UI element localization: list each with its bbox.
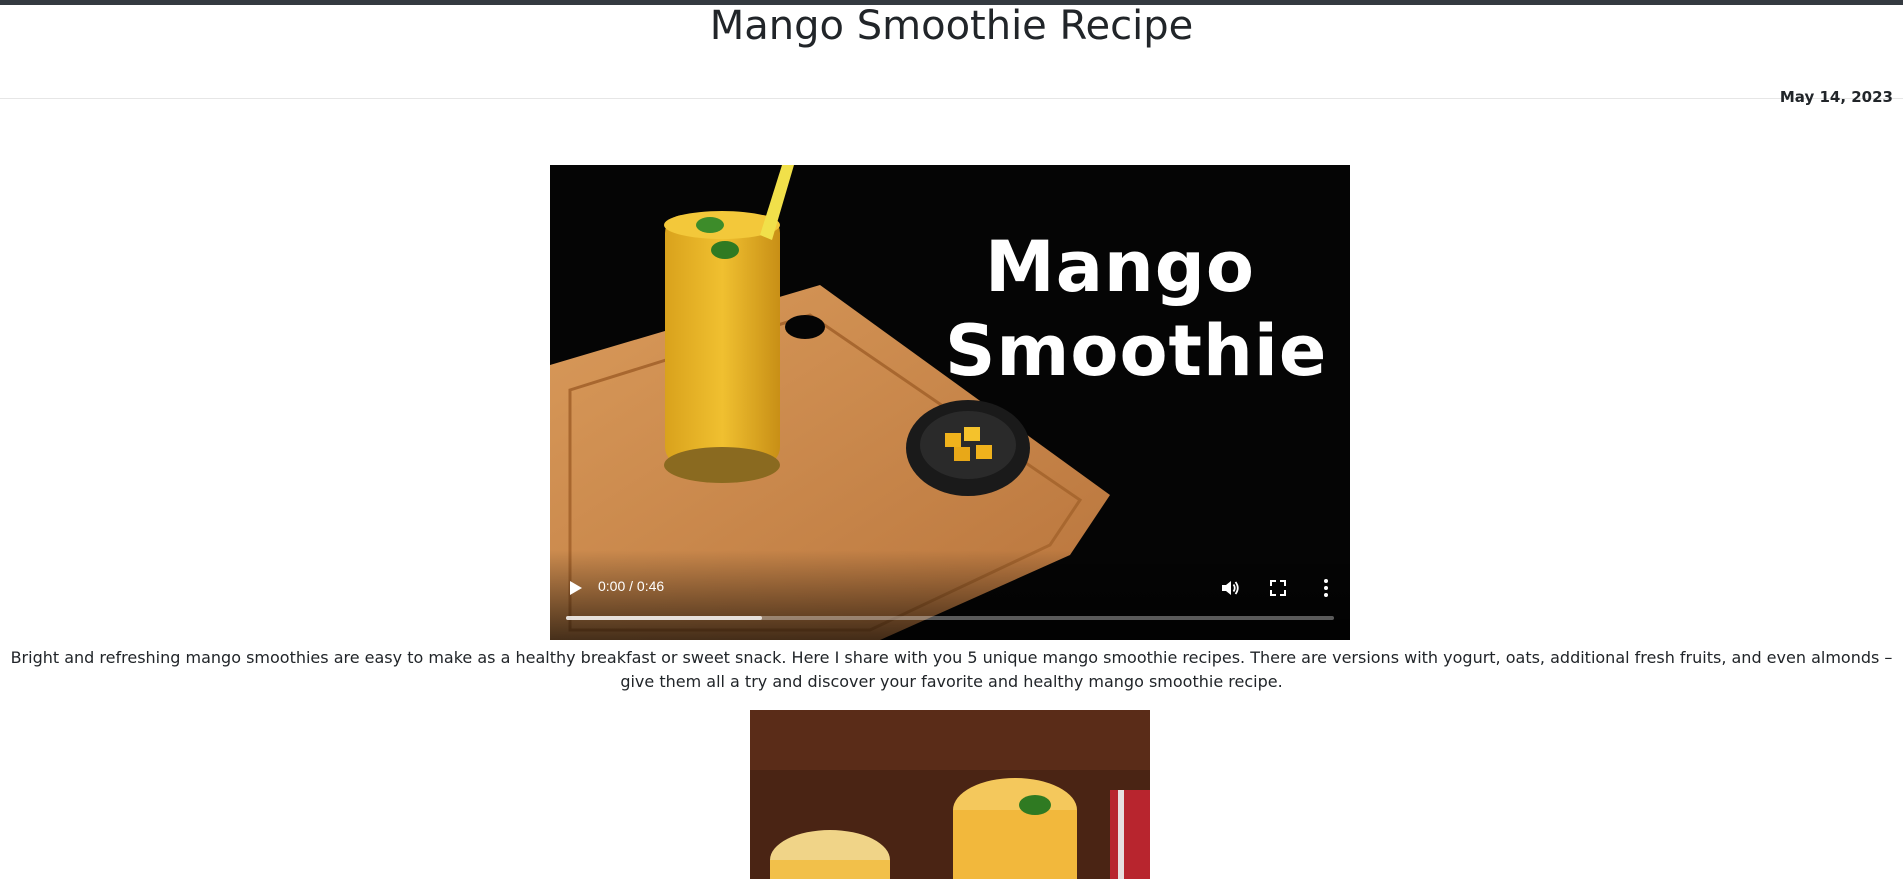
recipe-photo <box>750 710 1150 879</box>
time-display: 0:00 / 0:46 <box>598 578 665 594</box>
more-vertical-icon[interactable] <box>1316 577 1336 599</box>
video-overlay-title-line1: Mango <box>985 226 1255 308</box>
page-title: Mango Smoothie Recipe <box>709 3 1194 49</box>
post-date: May 14, 2023 <box>1779 88 1893 106</box>
progress-buffered <box>566 616 762 620</box>
intro-paragraph: Bright and refreshing mango smoothies ar… <box>10 648 1893 691</box>
play-icon[interactable] <box>566 579 584 597</box>
progress-bar[interactable] <box>566 616 1334 620</box>
mango-smoothie-glasses-image <box>750 710 1150 879</box>
divider <box>0 98 1903 99</box>
video-player[interactable]: Mango Smoothie 0:00 / 0:46 <box>550 165 1350 640</box>
video-overlay-title: Mango Smoothie <box>945 225 1328 393</box>
volume-icon[interactable] <box>1219 577 1241 599</box>
fullscreen-icon[interactable] <box>1268 578 1288 598</box>
video-overlay-title-line2: Smoothie <box>945 310 1328 392</box>
